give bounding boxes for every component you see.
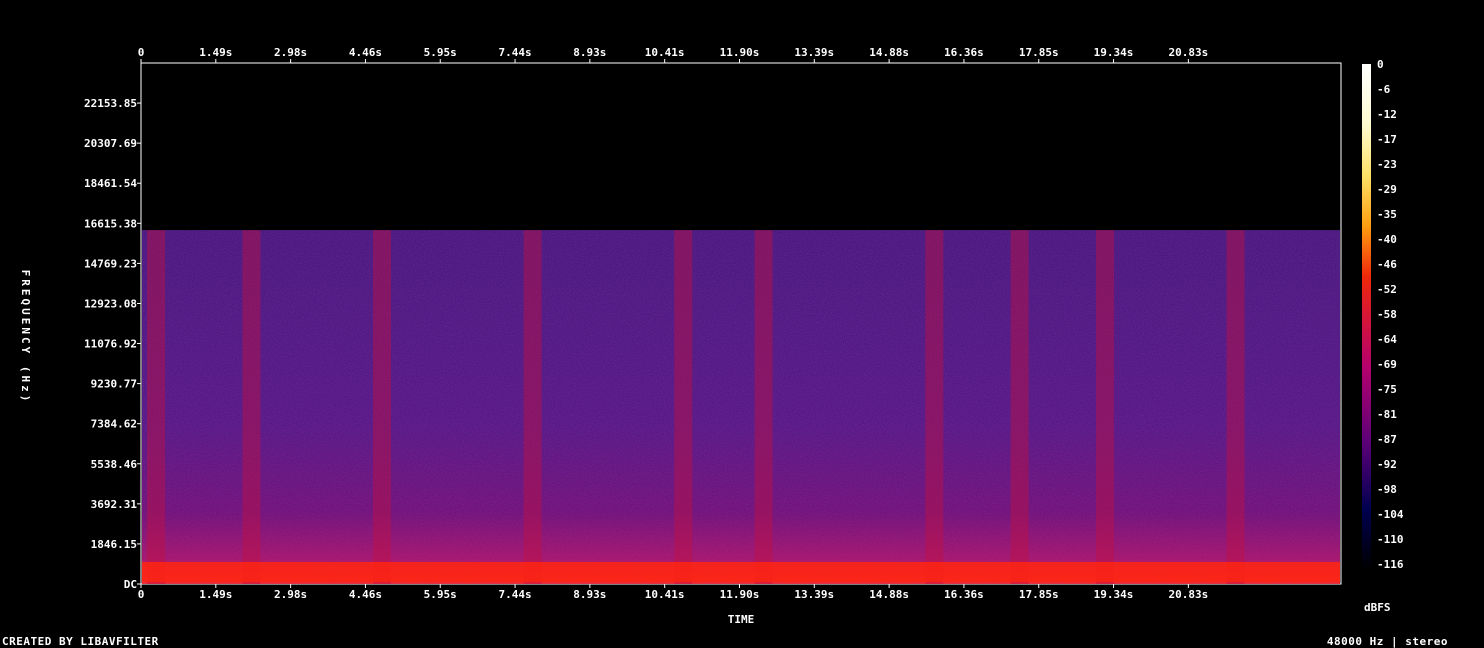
loud-time-band (674, 230, 693, 584)
x-tick-label-bottom: 1.49s (199, 588, 232, 601)
x-axis-top: 0 1.49s 2.98s 4.46s 5.95s 7.44s 8.93s 10.41s 11.… (138, 46, 1208, 63)
x-tick-label-top: 4.46s (349, 46, 382, 59)
colorbar-tick-label: -92 (1377, 458, 1397, 471)
y-tick-label: 12923.08 (84, 297, 137, 310)
colorbar-tick-label: -104 (1377, 508, 1404, 521)
colorbar-tick-label: -87 (1377, 433, 1397, 446)
colorbar-ticks: 0 -6 -12 -17 -23 -29 -35 -40 -46 -52 -58 -64 -69 -75 -… (1377, 58, 1404, 571)
y-tick-label: 3692.31 (91, 498, 138, 511)
colorbar-tick-label: -64 (1377, 333, 1397, 346)
y-tick-label: 9230.77 (91, 378, 137, 391)
x-tick-label-bottom: 7.44s (498, 588, 531, 601)
loud-time-band (925, 230, 944, 584)
x-tick-label-bottom: 13.39s (794, 588, 834, 601)
colorbar-tick-label: -116 (1377, 558, 1404, 571)
spectrogram-area (142, 230, 1340, 584)
loud-time-band (373, 230, 392, 584)
x-tick-label-bottom: 16.36s (944, 588, 984, 601)
colorbar-tick-label: -52 (1377, 283, 1397, 296)
y-tick-label: 22153.85 (84, 97, 137, 110)
y-axis-label: FREQUENCY (Hz) (19, 270, 32, 405)
y-tick-label: 14769.23 (84, 257, 137, 270)
colorbar-tick-label: -98 (1377, 483, 1397, 496)
y-tick-label: 16615.38 (84, 217, 137, 230)
x-tick-label-bottom: 2.98s (274, 588, 307, 601)
colorbar-tick-label: -23 (1377, 158, 1397, 171)
x-tick-label-bottom: 17.85s (1019, 588, 1059, 601)
colorbar-unit-label: dBFS (1364, 601, 1391, 614)
colorbar-tick-label: -17 (1377, 133, 1397, 146)
x-tick-label-bottom: 19.34s (1094, 588, 1134, 601)
y-tick-label: 7384.62 (91, 418, 137, 431)
x-tick-label-bottom: 0 (138, 588, 145, 601)
x-tick-label-top: 10.41s (645, 46, 685, 59)
colorbar-tick-label: -40 (1377, 233, 1397, 246)
colorbar-tick-label: -110 (1377, 533, 1404, 546)
x-tick-label-top: 0 (138, 46, 145, 59)
x-tick-label-top: 1.49s (199, 46, 232, 59)
loud-time-band (523, 230, 542, 584)
x-tick-label-bottom: 20.83s (1168, 588, 1208, 601)
y-tick-label: DC (124, 578, 137, 591)
y-tick-label: 11076.92 (84, 338, 137, 351)
colorbar-tick-label: -69 (1377, 358, 1397, 371)
footer-audio-info: 48000 Hz | stereo (1326, 635, 1448, 648)
colorbar (1362, 64, 1371, 570)
y-tick-label: 1846.15 (91, 538, 137, 551)
x-axis-bottom: 0 1.49s 2.98s 4.46s 5.95s 7.44s 8.93s 10.41s 11.… (138, 584, 1208, 601)
colorbar-tick-label: -29 (1377, 183, 1397, 196)
x-tick-label-bottom: 8.93s (573, 588, 606, 601)
colorbar-tick-label: 0 (1377, 58, 1384, 71)
y-tick-label: 18461.54 (84, 177, 137, 190)
x-tick-label-bottom: 10.41s (645, 588, 685, 601)
colorbar-tick-label: -6 (1377, 83, 1391, 96)
loud-time-band (1096, 230, 1115, 584)
spectrogram-chart: 0 1.49s 2.98s 4.46s 5.95s 7.44s 8.93s 10.41s 11.… (19, 46, 1404, 626)
x-tick-label-top: 20.83s (1168, 46, 1208, 59)
x-tick-label-top: 19.34s (1094, 46, 1134, 59)
x-tick-label-bottom: 14.88s (869, 588, 909, 601)
x-tick-label-top: 14.88s (869, 46, 909, 59)
footer-credit: CREATED BY LIBAVFILTER (2, 635, 159, 648)
x-tick-label-top: 11.90s (720, 46, 760, 59)
loud-time-band (1226, 230, 1245, 584)
x-tick-label-top: 17.85s (1019, 46, 1059, 59)
x-tick-label-top: 16.36s (944, 46, 984, 59)
y-tick-label: 20307.69 (84, 137, 137, 150)
colorbar-tick-label: -12 (1377, 108, 1397, 121)
y-tick-label: 5538.46 (91, 458, 138, 471)
colorbar-tick-label: -81 (1377, 408, 1397, 421)
x-tick-label-bottom: 4.46s (349, 588, 382, 601)
colorbar-tick-label: -58 (1377, 308, 1397, 321)
x-tick-label-bottom: 11.90s (720, 588, 760, 601)
x-tick-label-bottom: 5.95s (424, 588, 457, 601)
x-tick-label-top: 5.95s (424, 46, 457, 59)
x-tick-label-top: 2.98s (274, 46, 307, 59)
x-tick-label-top: 13.39s (794, 46, 834, 59)
y-axis: DC 1846.15 3692.31 5538.46 7384.62 9230.77 110… (84, 97, 141, 591)
loud-time-band (1010, 230, 1029, 584)
loud-time-band (754, 230, 773, 584)
x-tick-label-top: 7.44s (498, 46, 531, 59)
x-tick-label-top: 8.93s (573, 46, 606, 59)
low-frequency-band (142, 562, 1340, 582)
loud-time-band (242, 230, 261, 584)
colorbar-tick-label: -75 (1377, 383, 1397, 396)
loud-time-band (147, 230, 166, 584)
colorbar-tick-label: -46 (1377, 258, 1397, 271)
spectrum-noise (142, 230, 1340, 584)
x-axis-label: TIME (728, 613, 755, 626)
colorbar-tick-label: -35 (1377, 208, 1397, 221)
